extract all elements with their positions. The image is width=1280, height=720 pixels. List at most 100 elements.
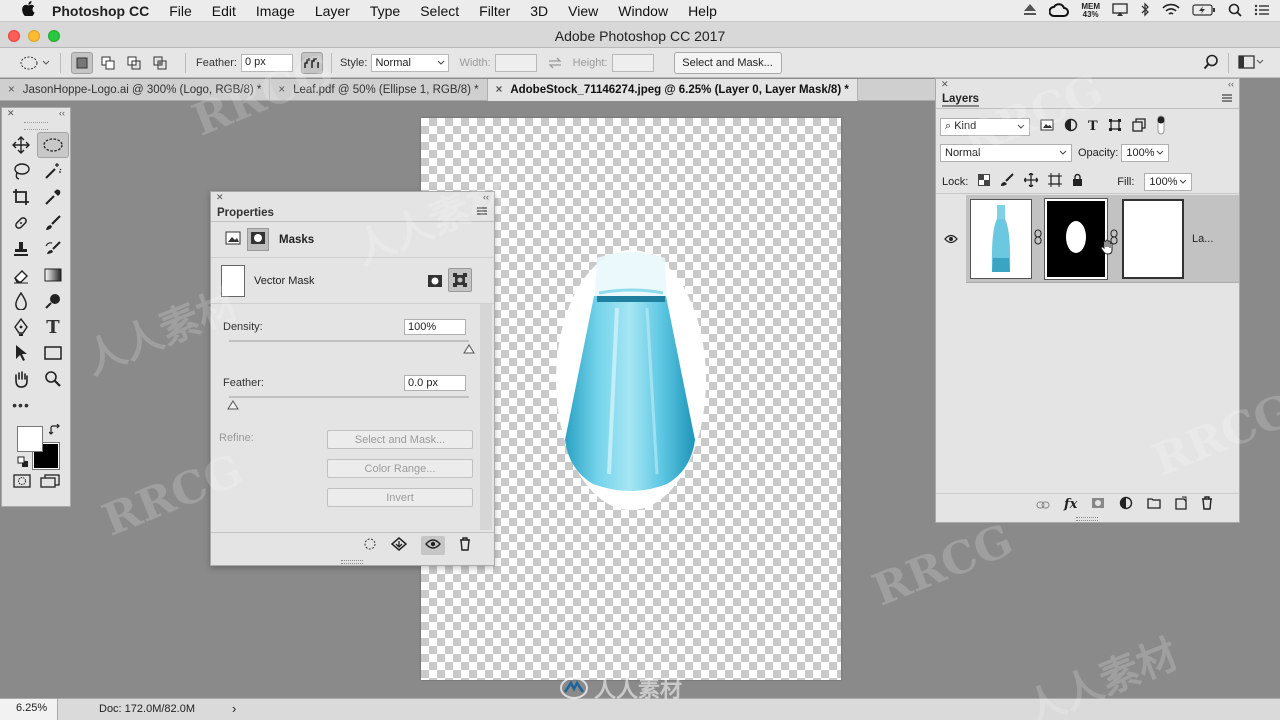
eyedropper-tool-icon[interactable] (37, 184, 69, 210)
filter-type-select[interactable]: ⌕ Kind (940, 117, 1030, 136)
subtract-from-selection-icon[interactable] (123, 52, 145, 74)
close-tab-icon[interactable]: × (496, 84, 503, 96)
panel-resize-grip[interactable] (341, 560, 363, 564)
lasso-tool-icon[interactable] (5, 158, 37, 184)
new-layer-icon[interactable] (1175, 496, 1187, 513)
screen-mirror-icon[interactable] (1112, 3, 1128, 19)
menu-select[interactable]: Select (420, 3, 459, 19)
delete-mask-icon[interactable] (459, 537, 471, 554)
panel-menu-icon[interactable] (1221, 93, 1233, 107)
close-tab-icon[interactable]: × (278, 84, 285, 96)
menu-file[interactable]: File (169, 3, 192, 19)
menu-3d[interactable]: 3D (530, 3, 548, 19)
elliptical-marquee-tool-icon[interactable] (37, 132, 69, 158)
status-info-menu-icon[interactable]: › (232, 701, 236, 716)
panel-grip[interactable] (24, 122, 48, 130)
menu-window[interactable]: Window (618, 3, 668, 19)
tool-preset-picker[interactable] (20, 56, 50, 70)
add-layer-mask-icon[interactable] (1091, 497, 1105, 512)
select-vector-mask-icon[interactable] (448, 268, 472, 292)
dodge-tool-icon[interactable] (37, 288, 69, 314)
delete-layer-icon[interactable] (1201, 496, 1213, 513)
menu-type[interactable]: Type (370, 3, 400, 19)
filter-smart-objects-icon[interactable] (1132, 118, 1146, 135)
pen-tool-icon[interactable] (5, 314, 37, 340)
path-selection-tool-icon[interactable] (5, 340, 37, 366)
feather-input[interactable]: 0.0 px (404, 375, 466, 391)
feather-slider-thumb[interactable] (227, 399, 239, 413)
battery-icon[interactable] (1192, 3, 1216, 19)
link-layers-icon[interactable] (1036, 498, 1050, 512)
width-input[interactable] (494, 53, 537, 72)
healing-brush-tool-icon[interactable] (5, 210, 37, 236)
app-menu[interactable]: Photoshop CC (52, 3, 149, 19)
filter-type-layers-icon[interactable]: T (1088, 119, 1098, 134)
notification-center-icon[interactable] (1254, 4, 1270, 19)
select-and-mask-button[interactable]: Select and Mask... (673, 51, 782, 74)
eject-icon[interactable] (1023, 3, 1037, 19)
layer-effects-icon[interactable]: fx (1064, 497, 1077, 512)
layer-name[interactable]: La... (1192, 233, 1213, 245)
lock-artboards-icon[interactable] (1048, 173, 1063, 190)
menu-layer[interactable]: Layer (315, 3, 350, 19)
new-selection-icon[interactable] (71, 51, 93, 74)
density-slider-track[interactable] (229, 340, 469, 342)
density-slider-thumb[interactable] (463, 343, 475, 357)
filter-pixel-layers-icon[interactable] (1040, 119, 1054, 134)
zoom-level-field[interactable]: 6.25% (0, 699, 58, 720)
filter-shape-layers-icon[interactable] (1108, 118, 1122, 135)
menu-edit[interactable]: Edit (212, 3, 236, 19)
rectangle-tool-icon[interactable] (37, 340, 69, 366)
layer-visibility-icon[interactable] (936, 195, 966, 283)
blur-tool-icon[interactable] (5, 288, 37, 314)
style-select[interactable]: Normal (371, 53, 450, 72)
default-colors-icon[interactable] (17, 456, 29, 471)
toggle-mask-visibility-icon[interactable] (421, 536, 445, 555)
properties-scrollbar[interactable] (480, 304, 492, 530)
menu-filter[interactable]: Filter (479, 3, 510, 19)
menu-image[interactable]: Image (256, 3, 295, 19)
density-input[interactable]: 100% (404, 319, 466, 335)
screen-mode-icon[interactable] (39, 474, 60, 491)
more-tools-icon[interactable]: ••• (5, 392, 37, 418)
filter-adjustment-layers-icon[interactable] (1064, 118, 1078, 135)
workspace-switcher-icon[interactable] (1238, 55, 1264, 69)
move-tool-icon[interactable] (5, 132, 37, 158)
invert-button[interactable]: Invert (327, 488, 473, 507)
height-input[interactable] (611, 53, 654, 72)
crop-tool-icon[interactable] (5, 184, 37, 210)
feather-slider-track[interactable] (229, 396, 469, 398)
gradient-tool-icon[interactable] (37, 262, 69, 288)
close-tab-icon[interactable]: × (8, 84, 15, 96)
apply-mask-icon[interactable] (390, 537, 408, 554)
load-selection-from-mask-icon[interactable] (363, 537, 377, 554)
quick-mask-icon[interactable] (12, 474, 31, 491)
opacity-input[interactable]: 100% (1121, 144, 1170, 162)
chevron-down-icon[interactable] (1179, 179, 1187, 185)
layers-tab[interactable]: Layers (936, 91, 1239, 109)
history-brush-tool-icon[interactable] (37, 236, 69, 262)
collapse-panel-icon[interactable]: ‹‹ (1228, 79, 1234, 91)
vector-mask-thumbnail[interactable] (221, 264, 245, 297)
spotlight-search-icon[interactable] (1228, 3, 1242, 20)
panel-resize-grip[interactable] (1076, 517, 1098, 521)
search-icon[interactable] (1203, 54, 1219, 70)
blend-mode-select[interactable]: Normal (940, 144, 1072, 162)
chevron-down-icon[interactable] (1156, 150, 1164, 156)
close-panel-icon[interactable]: ✕ (216, 192, 224, 204)
intersect-selection-icon[interactable] (149, 52, 171, 74)
bluetooth-icon[interactable] (1140, 2, 1150, 20)
eraser-tool-icon[interactable] (5, 262, 37, 288)
memory-indicator[interactable]: MEM 43% (1081, 3, 1100, 19)
apple-icon[interactable] (18, 1, 38, 20)
anti-alias-toggle[interactable] (300, 51, 323, 74)
select-pixel-mask-icon[interactable] (427, 274, 443, 291)
panel-menu-icon[interactable] (476, 206, 488, 220)
tab-adobestock[interactable]: × AdobeStock_71146274.jpeg @ 6.25% (Laye… (487, 79, 858, 101)
add-to-selection-icon[interactable] (97, 52, 119, 74)
hand-tool-icon[interactable] (5, 366, 37, 392)
collapse-panel-icon[interactable]: ‹‹ (59, 108, 65, 120)
layer-mask-link-icon[interactable] (1034, 229, 1042, 248)
new-group-icon[interactable] (1147, 497, 1161, 512)
magic-wand-tool-icon[interactable] (37, 158, 69, 184)
